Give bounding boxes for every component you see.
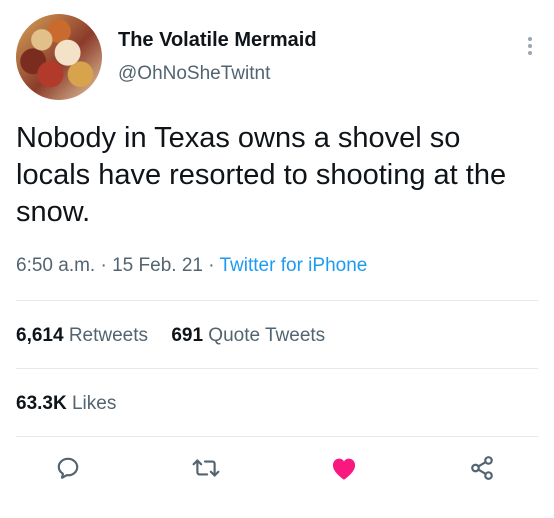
retweet-icon (192, 459, 220, 477)
quote-tweets-count: 691 (171, 325, 204, 346)
tweet-time[interactable]: 6:50 a.m. (16, 255, 95, 276)
retweets-stat[interactable]: 6,614 Retweets (16, 325, 153, 346)
likes-stat[interactable]: 63.3K Likes (16, 393, 116, 414)
tweet-text: Nobody in Texas owns a shovel so locals … (16, 122, 507, 228)
likes-stats: 63.3K Likes (16, 393, 134, 415)
action-bar (0, 448, 554, 488)
like-button[interactable] (324, 448, 364, 488)
share-button[interactable] (462, 448, 502, 488)
tweet-meta: 6:50 a.m. · 15 Feb. 21 · Twitter for iPh… (16, 255, 367, 277)
divider (16, 368, 538, 369)
likes-label: Likes (71, 393, 117, 414)
tweet-date[interactable]: 15 Feb. 21 (112, 255, 203, 276)
meta-separator: · (208, 255, 215, 276)
share-icon (471, 456, 493, 480)
divider (16, 436, 538, 437)
tweet-source-link[interactable]: Twitter for iPhone (220, 255, 368, 276)
likes-count: 63.3K (16, 393, 67, 414)
reply-icon (57, 457, 79, 479)
retweets-label: Retweets (68, 325, 149, 346)
divider (16, 300, 538, 301)
more-options-icon[interactable] (522, 34, 538, 64)
reply-button[interactable] (48, 448, 88, 488)
heart-icon (332, 458, 356, 480)
quote-tweets-label: Quote Tweets (208, 325, 326, 346)
tweet-card: The Volatile Mermaid @OhNoSheTwitnt Nobo… (0, 0, 554, 518)
author-display-name[interactable]: The Volatile Mermaid (118, 28, 317, 52)
retweet-button[interactable] (186, 448, 226, 488)
meta-separator: · (100, 255, 107, 276)
author-handle[interactable]: @OhNoSheTwitnt (118, 62, 317, 86)
author-info[interactable]: The Volatile Mermaid @OhNoSheTwitnt (118, 28, 317, 86)
retweets-count: 6,614 (16, 325, 64, 346)
tweet-header: The Volatile Mermaid @OhNoSheTwitnt (16, 14, 538, 100)
engagement-stats: 6,614 Retweets 691 Quote Tweets (16, 325, 343, 347)
avatar[interactable] (16, 14, 102, 100)
quote-tweets-stat[interactable]: 691 Quote Tweets (171, 325, 325, 346)
